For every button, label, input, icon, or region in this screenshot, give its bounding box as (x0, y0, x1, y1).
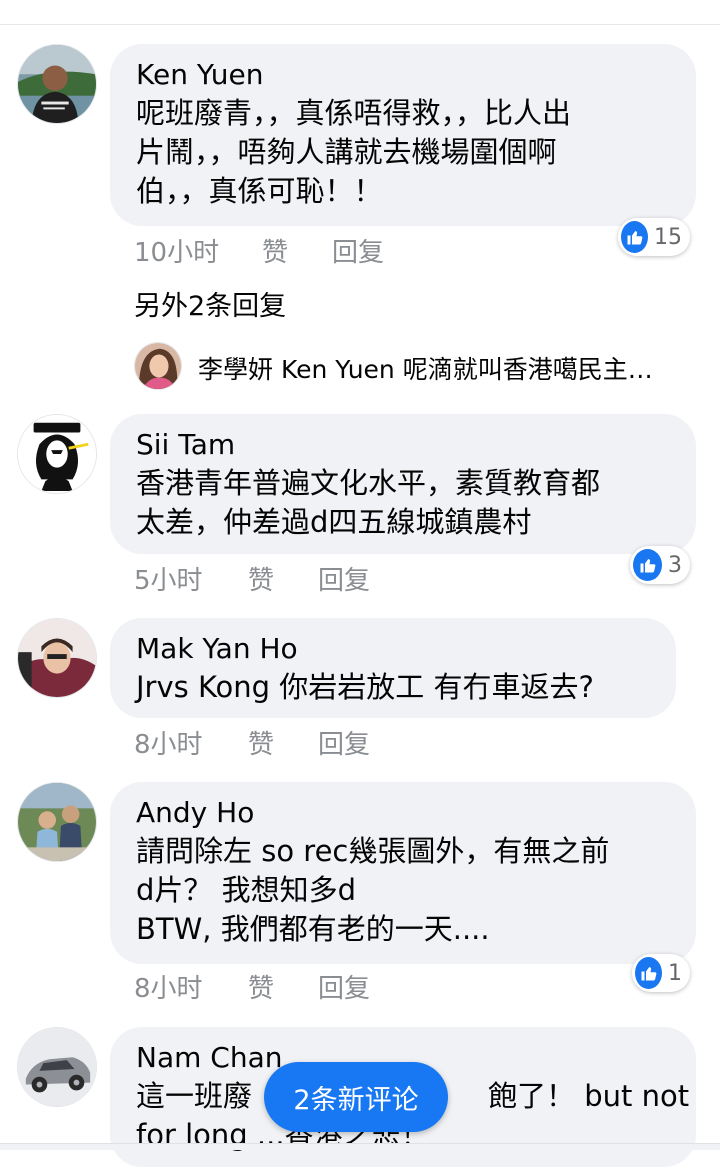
comment-text: Jrvs Kong 你岩岩放工 有冇車返去? (136, 670, 594, 704)
avatar-sii-tam[interactable] (17, 414, 97, 494)
comment-bubble[interactable]: Mak Yan Ho Jrvs Kong 你岩岩放工 有冇車返去? (110, 618, 676, 718)
top-divider (0, 24, 720, 25)
comment-bubble[interactable]: Ken Yuen 呢班廢青，，真係唔得救，，比人出 片鬧，，唔夠人講就去機場圍個… (110, 44, 696, 226)
like-button[interactable]: 赞 (248, 968, 318, 1005)
reply-button[interactable]: 回复 (318, 724, 370, 761)
avatar-andy-ho[interactable] (17, 782, 97, 862)
like-button[interactable]: 赞 (248, 560, 318, 597)
reply-button[interactable]: 回复 (318, 560, 370, 597)
reaction-number: 1 (668, 960, 682, 986)
comment-text: 請問除左 so rec幾張圖外，有無之前 d片？ 我想知多d BTW, 我們都有… (136, 834, 610, 946)
view-more-replies-link[interactable]: 另外2条回复 (134, 284, 286, 323)
comment-text: 呢班廢青，，真係唔得救，，比人出 片鬧，，唔夠人講就去機場圍個啊 伯，，真係可恥… (136, 96, 572, 208)
comment-author[interactable]: Sii Tam (136, 428, 670, 462)
comment-author[interactable]: Ken Yuen (136, 58, 670, 92)
reply-button[interactable]: 回复 (332, 232, 384, 269)
like-button[interactable]: 赞 (248, 724, 318, 761)
comment-actions: 10小时 赞回复 (134, 232, 384, 269)
comment-time: 5小时 (134, 566, 203, 596)
comment-text-line1-left: 這一班廢 (136, 1079, 253, 1113)
comment-actions: 5小时 赞回复 (134, 560, 370, 597)
comment-time: 10小时 (134, 238, 220, 268)
avatar-photo (18, 415, 96, 493)
avatar-photo (18, 783, 96, 861)
reaction-number: 3 (668, 552, 682, 578)
comment-time: 8小时 (134, 974, 203, 1004)
reaction-count[interactable]: 1 (632, 954, 690, 992)
reaction-number: 15 (654, 224, 682, 250)
reply-text: Ken Yuen 呢滴就叫香港噶民主… (280, 355, 653, 384)
thumbs-up-icon (621, 221, 648, 253)
avatar-ken-yuen[interactable] (17, 44, 97, 124)
reply-preview[interactable]: 李學妍 Ken Yuen 呢滴就叫香港噶民主… (198, 350, 688, 386)
reply-button[interactable]: 回复 (318, 968, 370, 1005)
thumbs-up-icon (633, 549, 662, 581)
new-comments-button[interactable]: 2条新评论 (264, 1062, 448, 1132)
comment-author[interactable]: Mak Yan Ho (136, 632, 650, 666)
comment-text-line1-right: 飽了！ but not (488, 1079, 690, 1113)
like-button[interactable]: 赞 (262, 232, 332, 269)
comment-text: 香港青年普遍文化水平，素質教育都 太差，仲差過d四五線城鎮農村 (136, 466, 601, 539)
avatar-photo (18, 619, 96, 697)
comment-bubble[interactable]: Sii Tam 香港青年普遍文化水平，素質教育都 太差，仲差過d四五線城鎮農村 (110, 414, 696, 554)
thumbs-up-icon (635, 957, 662, 989)
avatar-nam-chan[interactable] (17, 1027, 97, 1107)
avatar-photo (18, 1028, 96, 1106)
comment-time: 8小时 (134, 730, 203, 760)
comment-author[interactable]: Andy Ho (136, 796, 670, 830)
reply-author: 李學妍 (198, 355, 274, 384)
reaction-count[interactable]: 15 (618, 218, 690, 256)
comment-actions: 8小时 赞回复 (134, 724, 370, 761)
avatar-photo (135, 343, 181, 389)
avatar-photo (18, 45, 96, 123)
comment-actions: 8小时 赞回复 (134, 968, 370, 1005)
avatar-mak-yan-ho[interactable] (17, 618, 97, 698)
avatar-reply-author[interactable] (134, 342, 182, 390)
comment-bubble[interactable]: Andy Ho 請問除左 so rec幾張圖外，有無之前 d片？ 我想知多d B… (110, 782, 696, 964)
reaction-count[interactable]: 3 (630, 546, 690, 584)
